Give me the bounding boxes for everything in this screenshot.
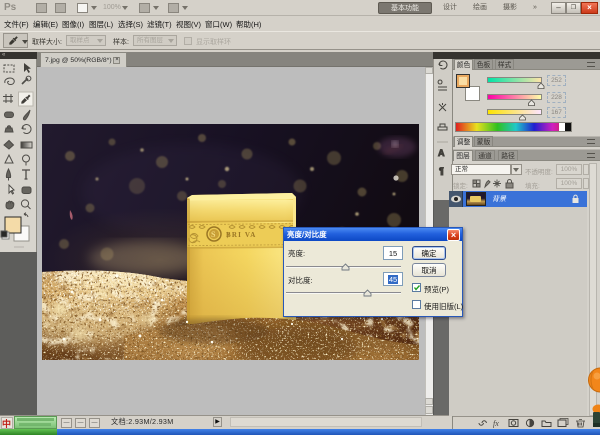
svg-text:fx: fx	[493, 419, 499, 428]
svg-text:S: S	[211, 230, 216, 239]
svg-text:¶: ¶	[439, 166, 444, 176]
svg-text:A: A	[438, 148, 445, 158]
svg-text:BRI VA: BRI VA	[226, 231, 256, 239]
